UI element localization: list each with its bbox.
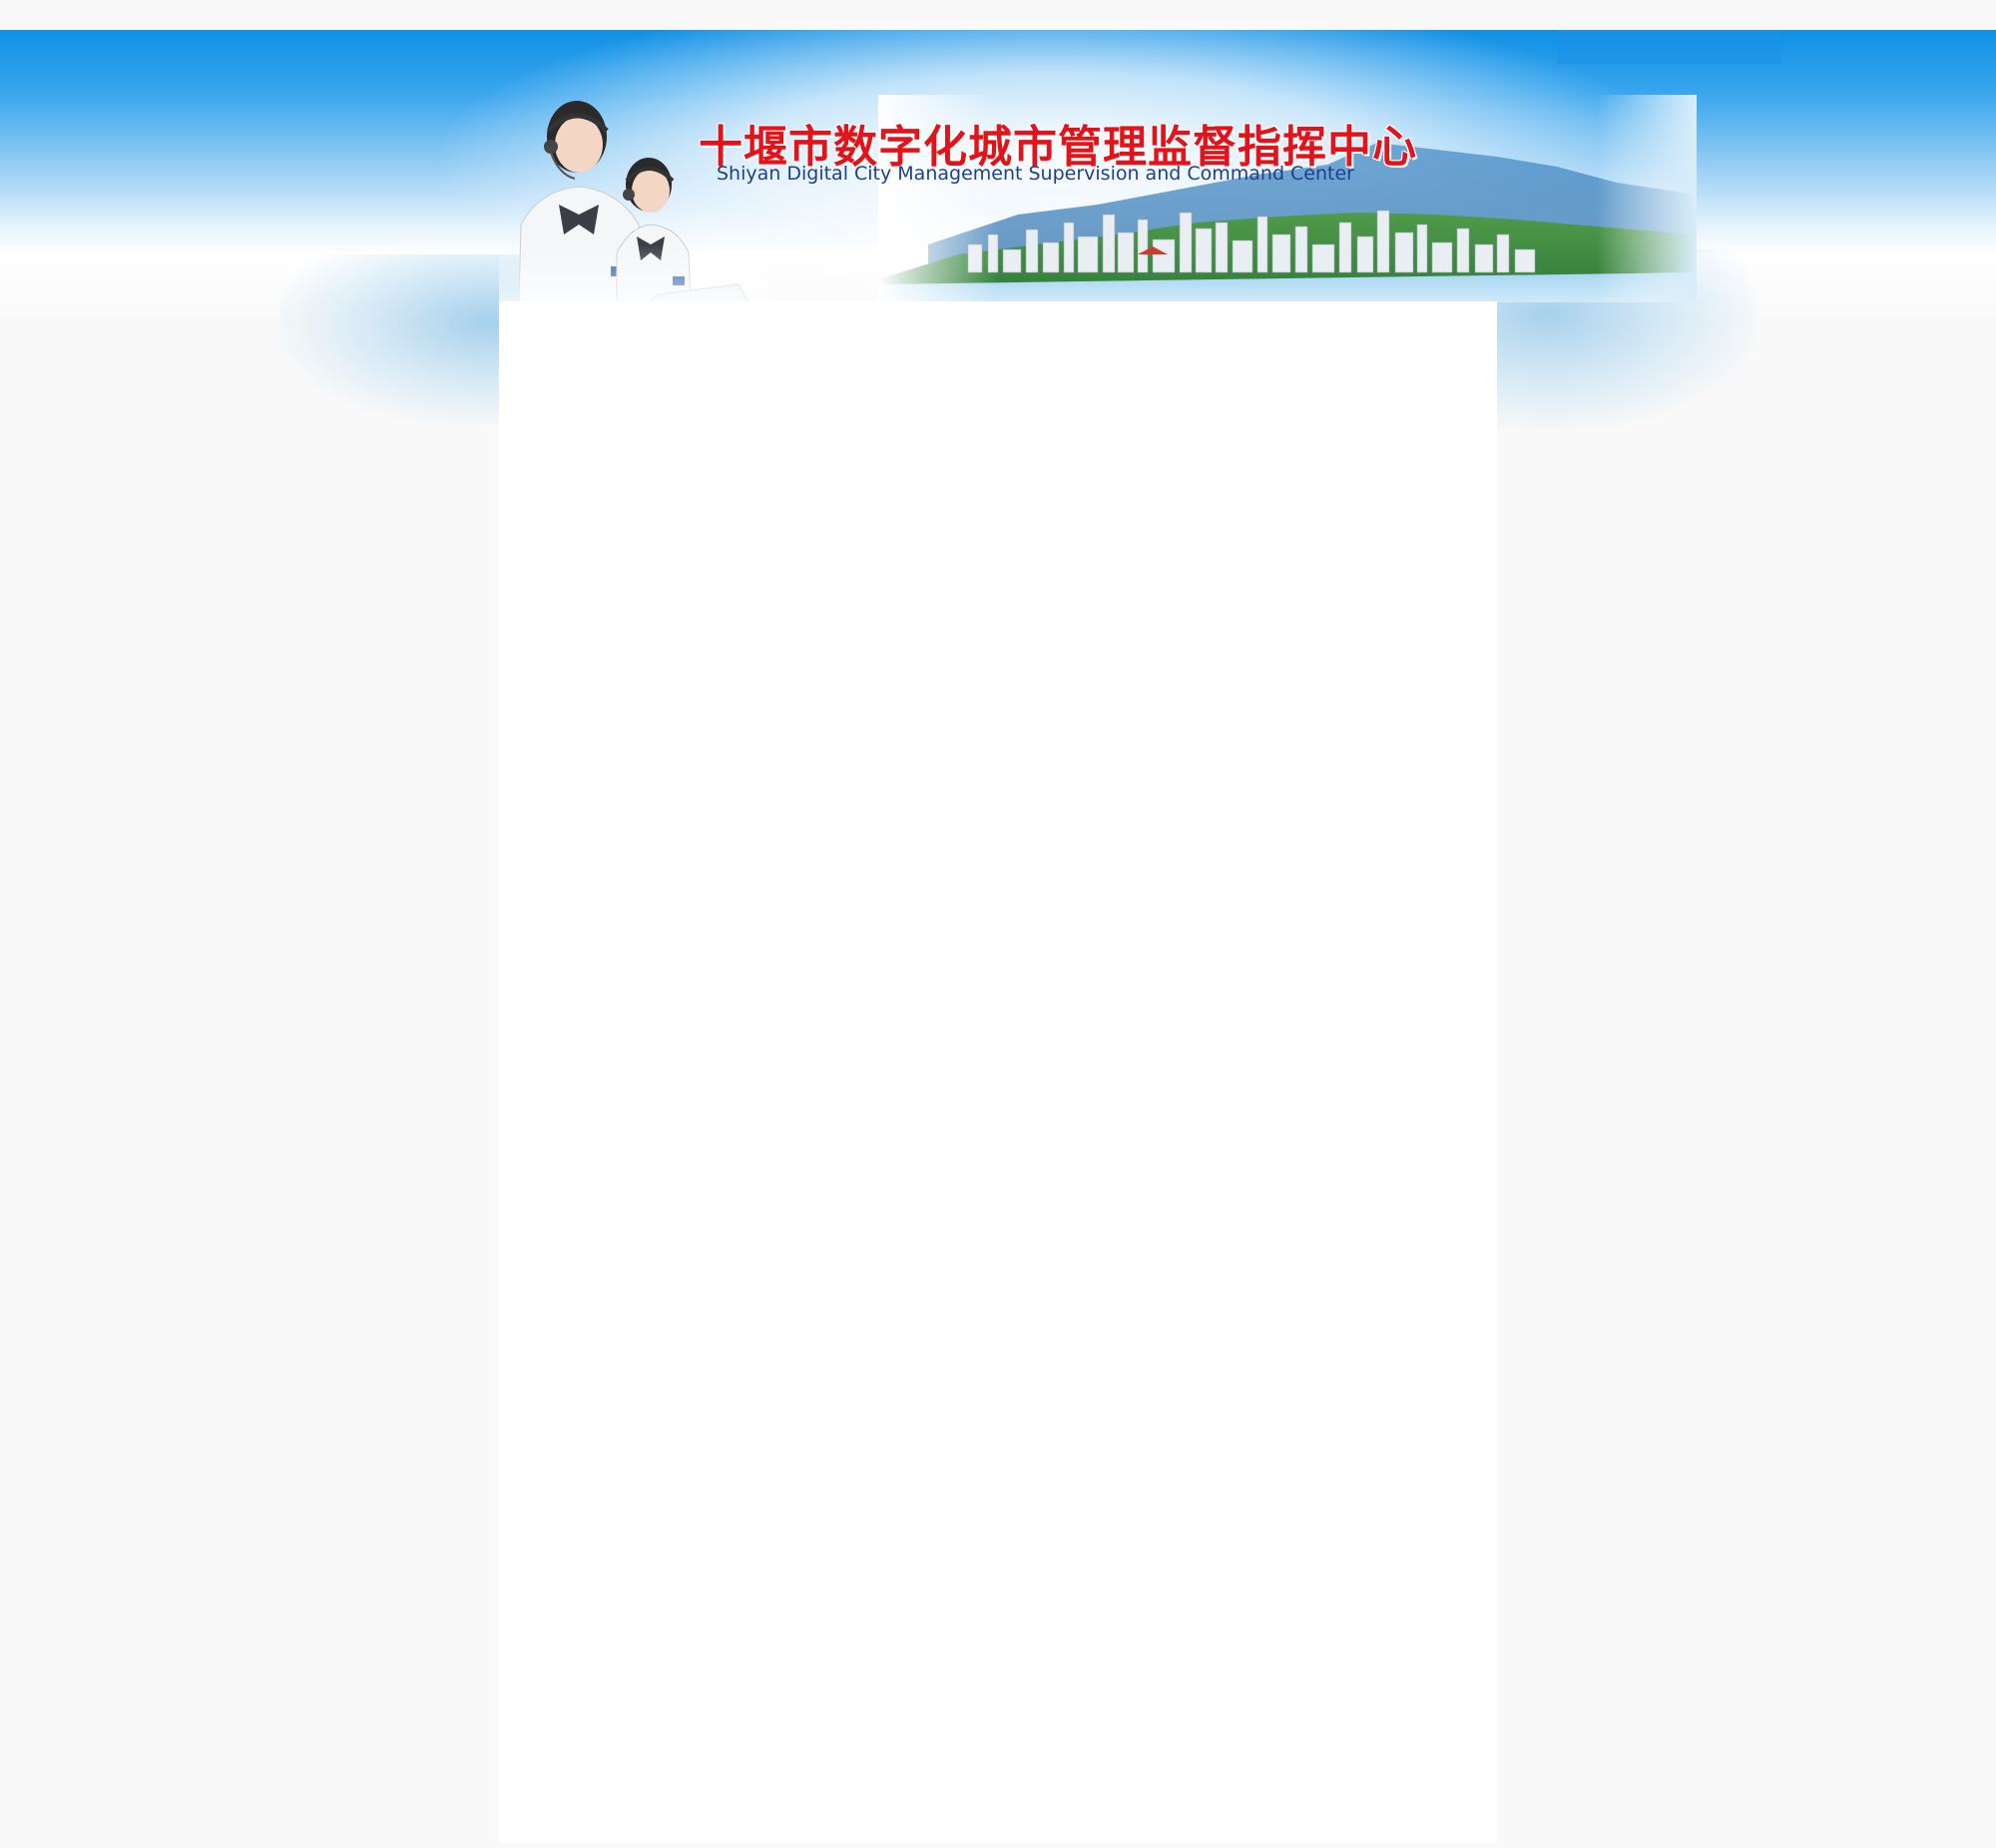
main-content-panel: [499, 301, 1497, 1843]
header-banner: 十堰市数字化城市管理监督指挥中心 Shiyan Digital City Man…: [499, 95, 1697, 302]
page: 十堰市数字化城市管理监督指挥中心 Shiyan Digital City Man…: [0, 0, 1996, 1848]
top-right-bar: [1557, 30, 1781, 64]
banner-subtitle: Shiyan Digital City Management Supervisi…: [717, 163, 1354, 185]
